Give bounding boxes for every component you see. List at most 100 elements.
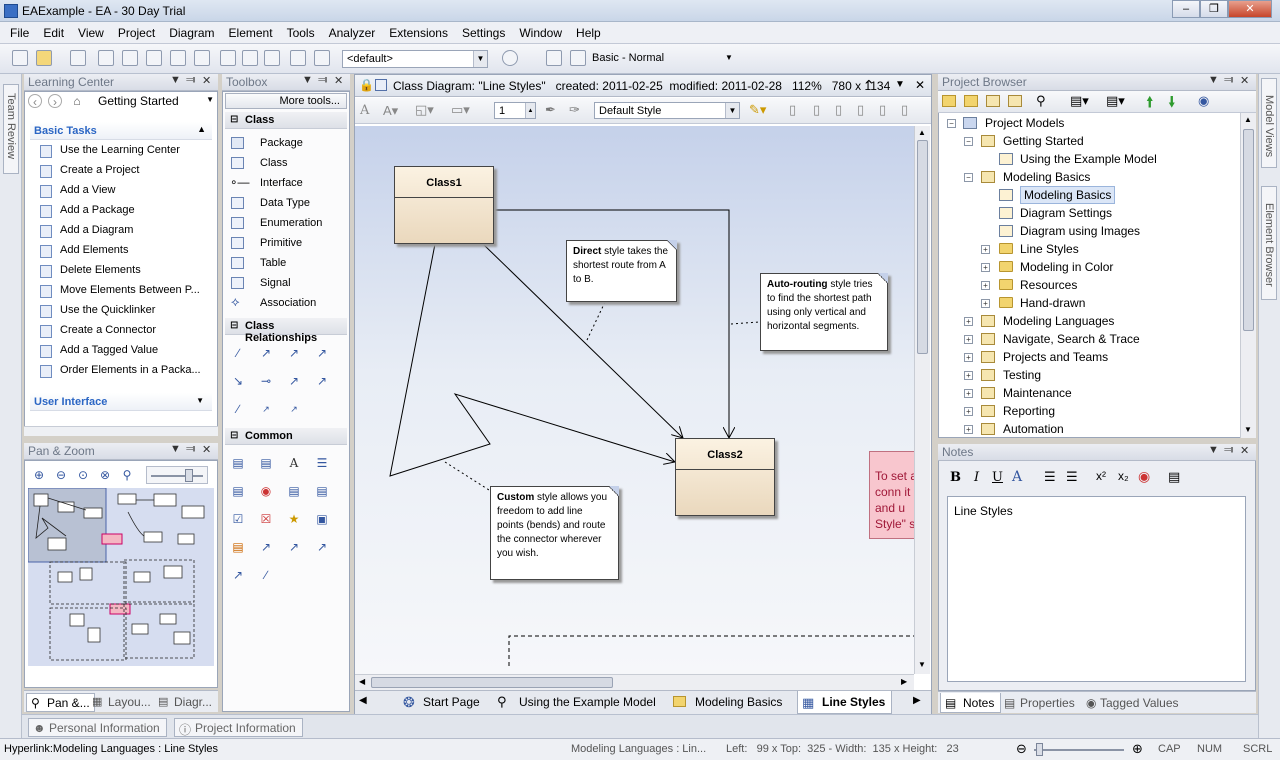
- tree-expand-icon[interactable]: +: [964, 317, 973, 326]
- tree-expand-icon[interactable]: +: [981, 245, 990, 254]
- tree-collapse-icon[interactable]: −: [947, 119, 956, 128]
- toolbox-item-table[interactable]: Table: [260, 257, 286, 269]
- toolbox-section-common[interactable]: ⊟ Common: [225, 428, 347, 445]
- tree-item[interactable]: Using the Example Model: [1020, 150, 1157, 168]
- print-icon[interactable]: [264, 50, 280, 66]
- help-circle-icon[interactable]: [502, 50, 518, 66]
- tree-expand-icon[interactable]: +: [981, 299, 990, 308]
- relation-composition-icon[interactable]: ↗: [315, 346, 329, 360]
- pin-icon[interactable]: ⫥: [186, 74, 196, 87]
- tree-expand-icon[interactable]: +: [981, 281, 990, 290]
- zoom-100-icon[interactable]: ⊗: [98, 468, 112, 482]
- close-icon[interactable]: ✕: [202, 74, 211, 87]
- pin-icon[interactable]: ⫥: [318, 74, 328, 87]
- task-move-elements[interactable]: Move Elements Between P...: [60, 281, 200, 299]
- apply-style-icon[interactable]: ✑: [569, 102, 580, 118]
- star-icon[interactable]: ★: [287, 512, 301, 526]
- pan-zoom-overview[interactable]: [28, 488, 214, 666]
- relation-aggregation-icon[interactable]: ↗: [287, 346, 301, 360]
- relation-dependency-icon[interactable]: ↗: [287, 374, 301, 388]
- tab-project-information[interactable]: ⓘ Project Information: [174, 718, 303, 737]
- tab-notes[interactable]: ▤ Notes: [940, 693, 1002, 713]
- menu-edit[interactable]: Edit: [36, 22, 71, 40]
- text-icon[interactable]: A: [287, 456, 301, 470]
- print-notes-icon[interactable]: ▤: [1168, 469, 1180, 485]
- note-pink[interactable]: To set a conn it and u Style" s: [869, 451, 914, 539]
- trace-icon[interactable]: ↗: [287, 540, 301, 554]
- forward-icon[interactable]: ›: [48, 94, 62, 109]
- perspective-combo[interactable]: <default> ▼: [342, 50, 488, 68]
- menu-project[interactable]: Project: [111, 22, 162, 40]
- tree-item[interactable]: Resources: [1020, 276, 1077, 294]
- relation-line-icon[interactable]: ∕: [231, 346, 245, 360]
- zoom-out-icon[interactable]: ⊖: [54, 468, 68, 482]
- tree-expand-icon[interactable]: +: [981, 263, 990, 272]
- dependency-icon[interactable]: ↗: [259, 540, 273, 554]
- tree-item[interactable]: Modeling Languages: [1003, 312, 1114, 330]
- align-center-icon[interactable]: ▯: [835, 102, 842, 118]
- tree-item-project-models[interactable]: Project Models: [985, 114, 1064, 132]
- italic-icon[interactable]: I: [974, 470, 979, 485]
- find-icon[interactable]: [220, 50, 236, 66]
- properties-icon[interactable]: ▤▾: [1070, 93, 1089, 109]
- zoom-in-icon[interactable]: ⊕: [32, 468, 46, 482]
- notes-editor[interactable]: Line Styles: [947, 496, 1246, 682]
- tab-using-example-model[interactable]: ⚲ Using the Example Model: [495, 694, 656, 709]
- tab-scroll-left-icon[interactable]: ◀: [359, 695, 367, 706]
- open-folder-icon[interactable]: [36, 50, 52, 66]
- class1-element[interactable]: Class1: [394, 166, 494, 244]
- document-menu-icon[interactable]: ▤▾: [1106, 93, 1125, 109]
- scroll-down-icon[interactable]: ▼: [1244, 425, 1252, 434]
- class2-element[interactable]: Class2: [675, 438, 775, 516]
- element-browser-tab[interactable]: Element Browser: [1261, 186, 1277, 300]
- diagram-vscroll[interactable]: ▲ ▼: [914, 126, 930, 674]
- pin-icon[interactable]: ⫥: [1224, 444, 1234, 457]
- workspace-layout-icon[interactable]: [546, 50, 562, 66]
- new-diagram-icon[interactable]: [986, 95, 1000, 107]
- task-add-tagged-value[interactable]: Add a Tagged Value: [60, 341, 158, 359]
- tree-collapse-icon[interactable]: −: [964, 137, 973, 146]
- tree-item[interactable]: Modeling Basics: [1003, 168, 1090, 186]
- model-views-tab[interactable]: Model Views: [1261, 78, 1277, 168]
- search-model-icon[interactable]: [290, 50, 306, 66]
- relation-arrow-icon[interactable]: ↗: [259, 346, 273, 360]
- issue-icon[interactable]: ☒: [259, 512, 273, 526]
- user-interface-header[interactable]: User Interface ▼: [30, 393, 212, 411]
- expand-icon[interactable]: ▼: [196, 396, 204, 405]
- notelink-icon[interactable]: ∕: [259, 568, 273, 582]
- toolbox-item-association[interactable]: Association: [260, 297, 316, 309]
- menu-extensions[interactable]: Extensions: [382, 22, 455, 40]
- new-element-icon[interactable]: [1008, 95, 1022, 107]
- zoom-slider[interactable]: [146, 466, 208, 484]
- note-direct[interactable]: Direct style takes the shortest route fr…: [566, 240, 677, 302]
- new-icon[interactable]: [12, 50, 28, 66]
- print-preview-icon[interactable]: [242, 50, 258, 66]
- tree-item[interactable]: Modeling Basics: [1020, 186, 1116, 204]
- workspace-icon[interactable]: [570, 50, 586, 66]
- status-zoom-track[interactable]: [1034, 749, 1124, 751]
- line-color-icon[interactable]: ▭▾: [451, 102, 470, 118]
- tree-expand-icon[interactable]: +: [964, 389, 973, 398]
- tab-personal-information[interactable]: ☻ Personal Information: [28, 718, 167, 737]
- copy-icon[interactable]: [122, 50, 138, 66]
- tab-properties[interactable]: ▤ Properties: [1002, 696, 1075, 710]
- tree-item[interactable]: Hand-drawn: [1020, 294, 1085, 312]
- font-icon[interactable]: A: [360, 103, 369, 118]
- task-add-diagram[interactable]: Add a Diagram: [60, 221, 133, 239]
- back-icon[interactable]: ‹: [28, 94, 42, 109]
- minimize-button[interactable]: –: [1172, 0, 1200, 18]
- binoculars-icon[interactable]: ⚲: [1036, 93, 1046, 109]
- image-icon[interactable]: ▣: [315, 512, 329, 526]
- font-color-icon[interactable]: A▾: [383, 103, 398, 119]
- more-tools-button[interactable]: More tools...: [225, 93, 347, 109]
- tree-item[interactable]: Projects and Teams: [1003, 348, 1108, 366]
- tree-item[interactable]: Diagram using Images: [1020, 222, 1140, 240]
- toolbox-section-class[interactable]: ⊟ Class: [225, 112, 347, 129]
- superscript-icon[interactable]: x²: [1096, 469, 1106, 483]
- task-add-package[interactable]: Add a Package: [60, 201, 135, 219]
- zoom-fit-icon[interactable]: ⊙: [76, 468, 90, 482]
- task-create-project[interactable]: Create a Project: [60, 161, 139, 179]
- relation-generalize-icon[interactable]: ↘: [231, 374, 245, 388]
- highlight-icon[interactable]: ✎▾: [749, 102, 766, 118]
- save-icon[interactable]: [70, 50, 86, 66]
